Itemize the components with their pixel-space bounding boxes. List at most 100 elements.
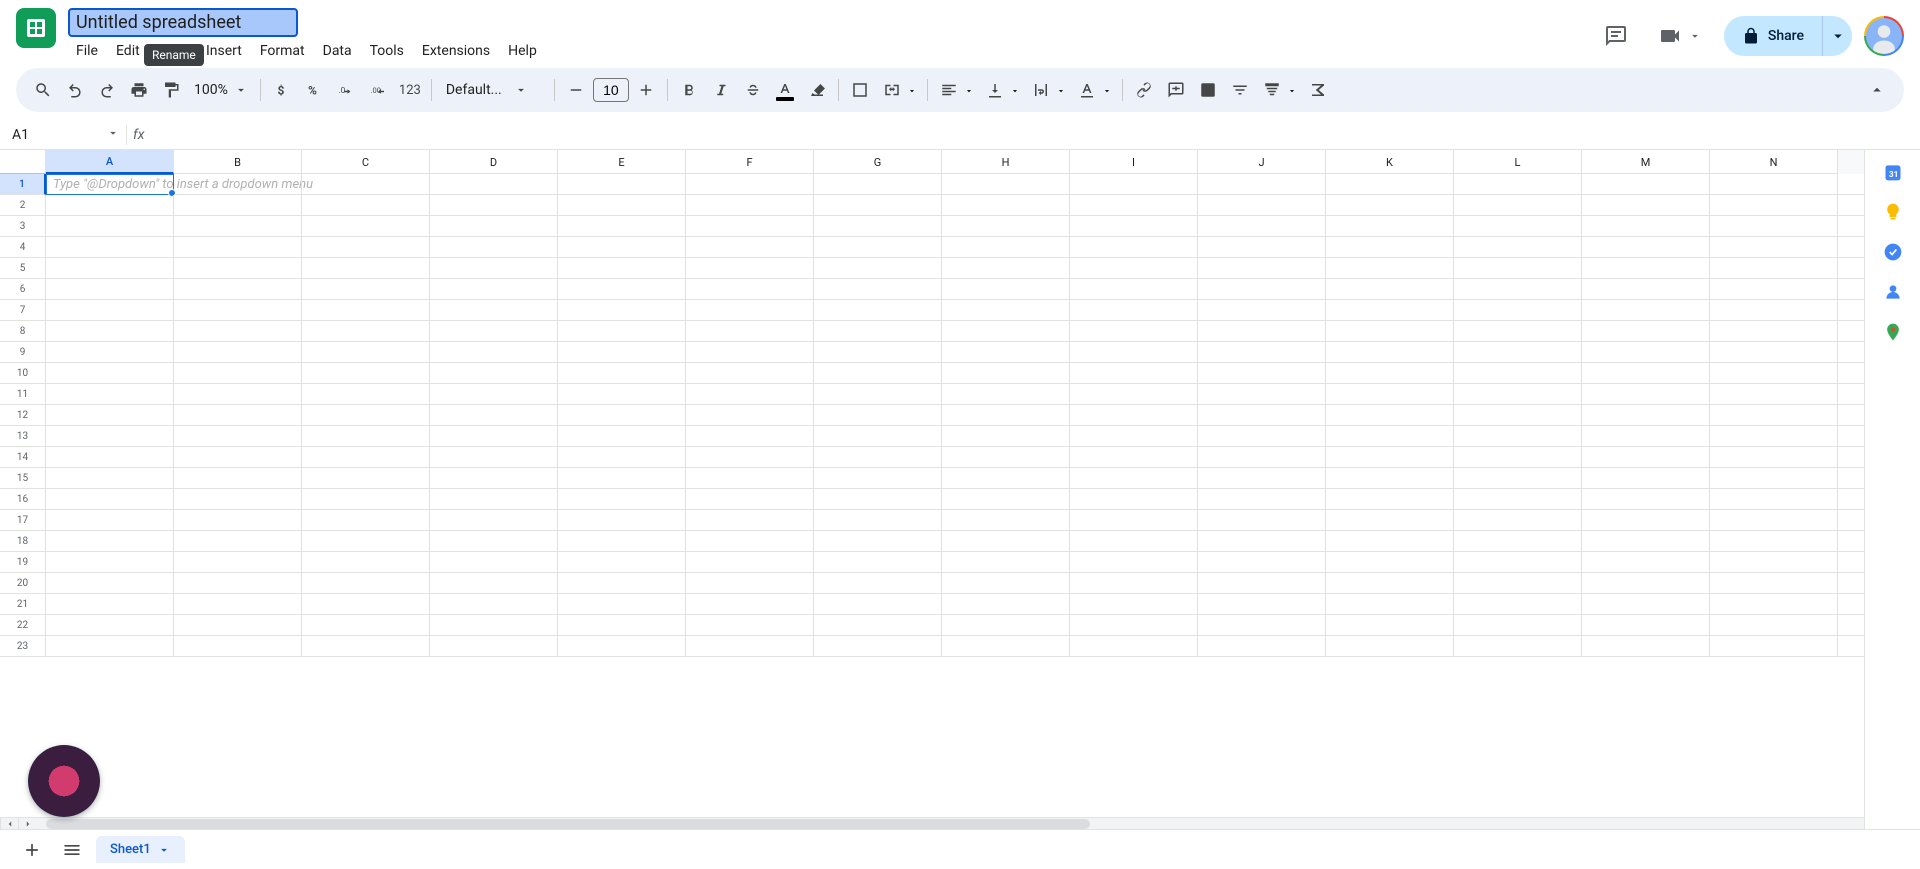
cell[interactable] xyxy=(1454,237,1582,258)
cell[interactable] xyxy=(46,636,174,657)
name-box[interactable]: A1 xyxy=(6,123,106,147)
cell[interactable] xyxy=(1070,447,1198,468)
cell[interactable] xyxy=(1582,384,1710,405)
cell[interactable] xyxy=(1838,384,1864,405)
cell[interactable] xyxy=(430,636,558,657)
cell[interactable] xyxy=(430,573,558,594)
cell[interactable] xyxy=(430,447,558,468)
cell[interactable] xyxy=(1582,258,1710,279)
cell[interactable] xyxy=(1198,384,1326,405)
cell[interactable] xyxy=(302,615,430,636)
cell[interactable] xyxy=(1710,531,1838,552)
cell[interactable] xyxy=(1582,216,1710,237)
text-wrap-button[interactable] xyxy=(1026,75,1070,105)
cell[interactable] xyxy=(942,636,1070,657)
column-header[interactable]: C xyxy=(302,150,430,174)
cell[interactable] xyxy=(46,216,174,237)
cell[interactable] xyxy=(558,258,686,279)
cell[interactable] xyxy=(686,405,814,426)
cell[interactable] xyxy=(1070,489,1198,510)
cell[interactable] xyxy=(1198,174,1326,195)
cell[interactable] xyxy=(1326,216,1454,237)
percent-button[interactable]: % xyxy=(299,75,329,105)
cell[interactable] xyxy=(558,531,686,552)
cell[interactable] xyxy=(1710,594,1838,615)
cell[interactable] xyxy=(686,447,814,468)
cell[interactable] xyxy=(942,510,1070,531)
add-sheet-button[interactable] xyxy=(16,834,48,866)
cell[interactable] xyxy=(1070,279,1198,300)
cell[interactable] xyxy=(1070,321,1198,342)
cell[interactable] xyxy=(558,237,686,258)
cell[interactable] xyxy=(1582,342,1710,363)
cell[interactable] xyxy=(302,468,430,489)
cell[interactable] xyxy=(1582,468,1710,489)
cell[interactable] xyxy=(174,405,302,426)
cell[interactable] xyxy=(1198,426,1326,447)
cell[interactable] xyxy=(1326,531,1454,552)
cell[interactable] xyxy=(430,195,558,216)
cell[interactable] xyxy=(1198,363,1326,384)
cell[interactable] xyxy=(1070,384,1198,405)
cell[interactable] xyxy=(1710,258,1838,279)
cell[interactable] xyxy=(558,615,686,636)
cell[interactable] xyxy=(1454,552,1582,573)
cell[interactable] xyxy=(1582,510,1710,531)
cell[interactable] xyxy=(1710,300,1838,321)
cell[interactable] xyxy=(1582,489,1710,510)
row-header[interactable]: 20 xyxy=(0,573,46,594)
scroll-right-button[interactable] xyxy=(18,818,36,829)
text-rotation-button[interactable] xyxy=(1072,75,1116,105)
cell[interactable] xyxy=(302,342,430,363)
print-button[interactable] xyxy=(124,75,154,105)
cell[interactable] xyxy=(46,468,174,489)
cell[interactable] xyxy=(302,573,430,594)
cell[interactable] xyxy=(1582,237,1710,258)
cell[interactable] xyxy=(1582,447,1710,468)
row-header[interactable]: 4 xyxy=(0,237,46,258)
row-header[interactable]: 14 xyxy=(0,447,46,468)
cell[interactable] xyxy=(1582,531,1710,552)
paint-format-button[interactable] xyxy=(156,75,186,105)
cell[interactable] xyxy=(942,342,1070,363)
collapse-toolbar-button[interactable] xyxy=(1862,75,1892,105)
cell[interactable] xyxy=(174,510,302,531)
cell[interactable] xyxy=(1710,573,1838,594)
cell[interactable] xyxy=(1070,573,1198,594)
increase-decimal-button[interactable]: .00 xyxy=(363,75,393,105)
cell[interactable] xyxy=(942,363,1070,384)
cell[interactable] xyxy=(942,615,1070,636)
cell[interactable] xyxy=(430,426,558,447)
menu-file[interactable]: File xyxy=(68,39,106,63)
fill-color-button[interactable] xyxy=(802,75,832,105)
tasks-sidepanel-icon[interactable] xyxy=(1883,242,1903,262)
cell[interactable] xyxy=(1326,468,1454,489)
cell[interactable] xyxy=(46,384,174,405)
cell[interactable] xyxy=(1454,195,1582,216)
cell[interactable] xyxy=(814,426,942,447)
cell[interactable] xyxy=(1454,384,1582,405)
cell[interactable] xyxy=(686,573,814,594)
cell[interactable] xyxy=(302,552,430,573)
cell[interactable] xyxy=(1198,573,1326,594)
cell[interactable] xyxy=(1198,321,1326,342)
cell[interactable] xyxy=(686,174,814,195)
vertical-align-button[interactable] xyxy=(980,75,1024,105)
row-header[interactable]: 12 xyxy=(0,405,46,426)
cell[interactable] xyxy=(174,300,302,321)
menu-insert[interactable]: Insert xyxy=(198,39,250,63)
cell[interactable] xyxy=(1070,237,1198,258)
cell[interactable] xyxy=(1070,258,1198,279)
cell[interactable] xyxy=(814,552,942,573)
cell[interactable] xyxy=(1838,342,1864,363)
cell[interactable] xyxy=(814,405,942,426)
cell[interactable] xyxy=(1326,489,1454,510)
cell[interactable] xyxy=(302,531,430,552)
cell[interactable] xyxy=(302,216,430,237)
cell[interactable] xyxy=(302,510,430,531)
cell[interactable] xyxy=(302,300,430,321)
share-dropdown[interactable] xyxy=(1822,16,1852,56)
cell[interactable] xyxy=(430,510,558,531)
cell[interactable] xyxy=(1070,615,1198,636)
cell[interactable] xyxy=(558,468,686,489)
